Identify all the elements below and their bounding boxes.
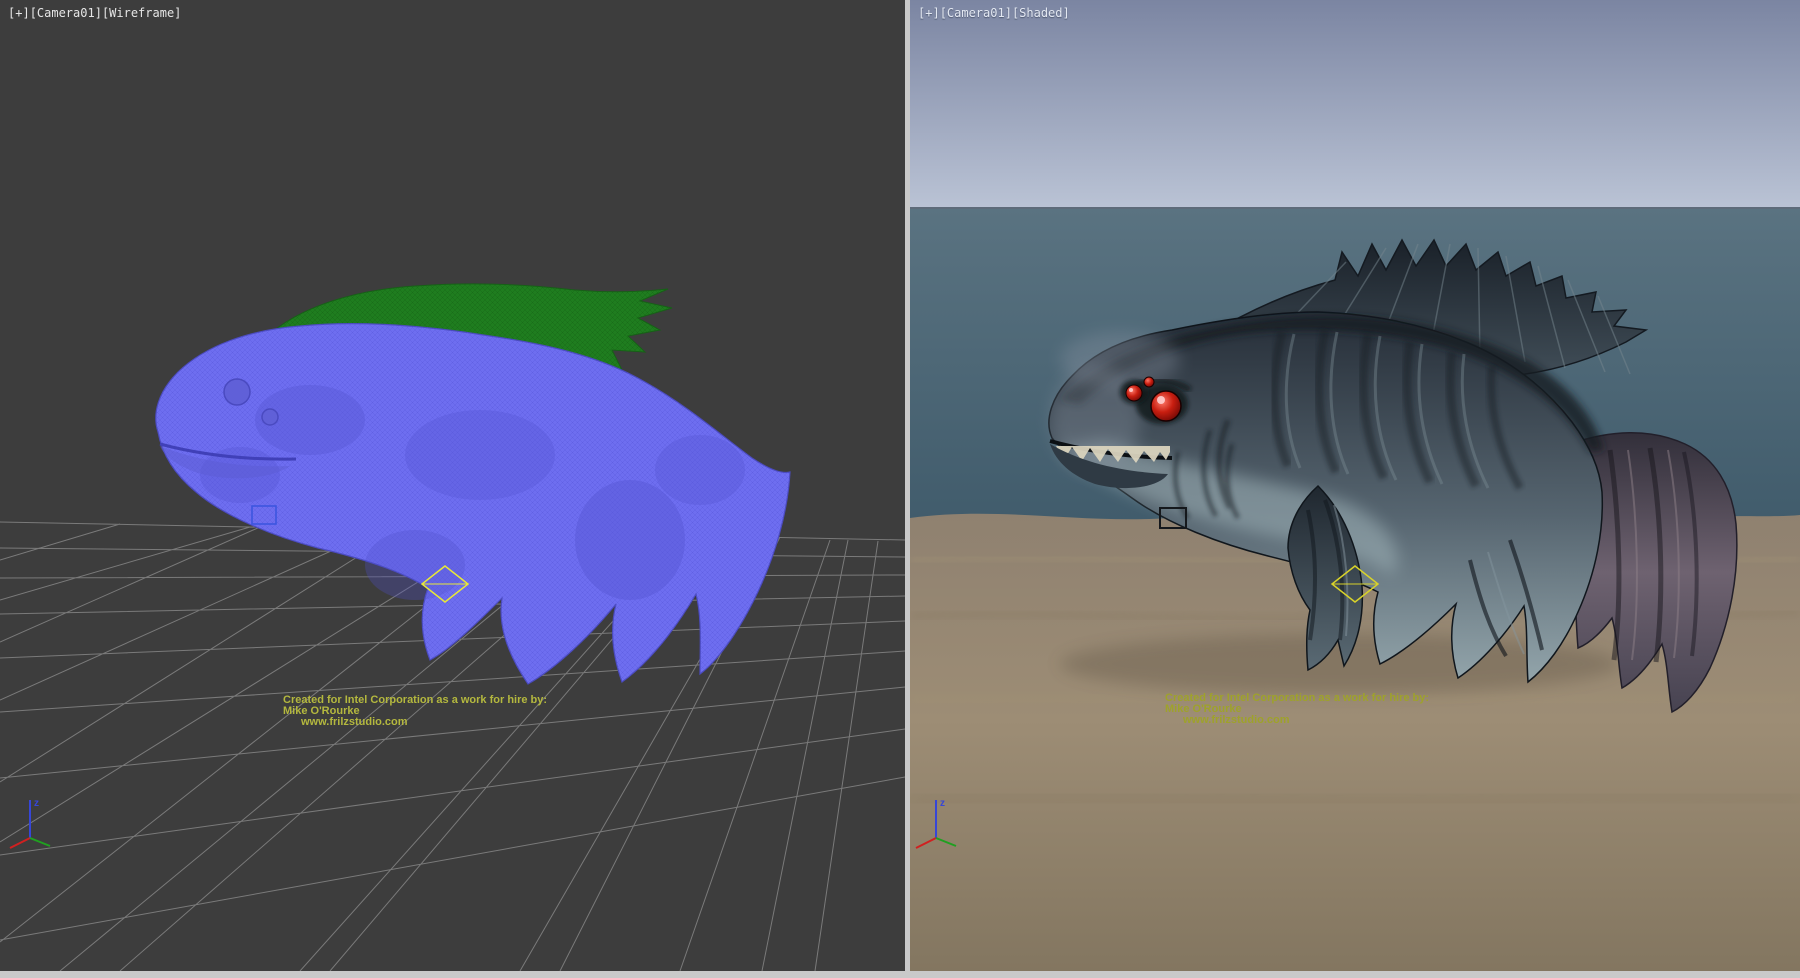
watermark-line3: www.frilzstudio.com xyxy=(300,716,408,728)
viewport-menu-general[interactable]: [+] xyxy=(8,6,30,20)
viewport-menu-shading[interactable]: [Wireframe] xyxy=(102,6,181,20)
fish-eye-large xyxy=(1151,391,1181,421)
fish-eye-small xyxy=(1144,377,1154,387)
watermark-line3: www.frilzstudio.com xyxy=(1182,714,1290,726)
viewport-menu-pov[interactable]: [Camera01] xyxy=(940,6,1012,20)
fish-eye-medium xyxy=(1126,385,1142,401)
shaded-scene: Created for Intel Corporation as a work … xyxy=(910,0,1800,971)
viewport-label-bar: [+][Camera01][Shaded] xyxy=(918,6,1070,20)
viewport-wireframe[interactable]: [+][Camera01][Wireframe] xyxy=(0,0,905,971)
viewport-menu-general[interactable]: [+] xyxy=(918,6,940,20)
sky xyxy=(910,0,1800,208)
world-axis-tripod: z xyxy=(10,798,50,848)
viewport-menu-shading[interactable]: [Shaded] xyxy=(1012,6,1070,20)
axis-z-label: z xyxy=(940,798,945,809)
fish-eye-small-wireframe xyxy=(262,409,278,425)
viewport-shaded[interactable]: [+][Camera01][Shaded] xyxy=(910,0,1800,971)
viewport-label-bar: [+][Camera01][Wireframe] xyxy=(8,6,181,20)
watermark: Created for Intel Corporation as a work … xyxy=(283,694,547,728)
fish-eye-large-wireframe xyxy=(224,379,250,405)
viewport-menu-pov[interactable]: [Camera01] xyxy=(30,6,102,20)
axis-z-label: z xyxy=(34,798,39,809)
wireframe-scene: Created for Intel Corporation as a work … xyxy=(0,0,905,971)
